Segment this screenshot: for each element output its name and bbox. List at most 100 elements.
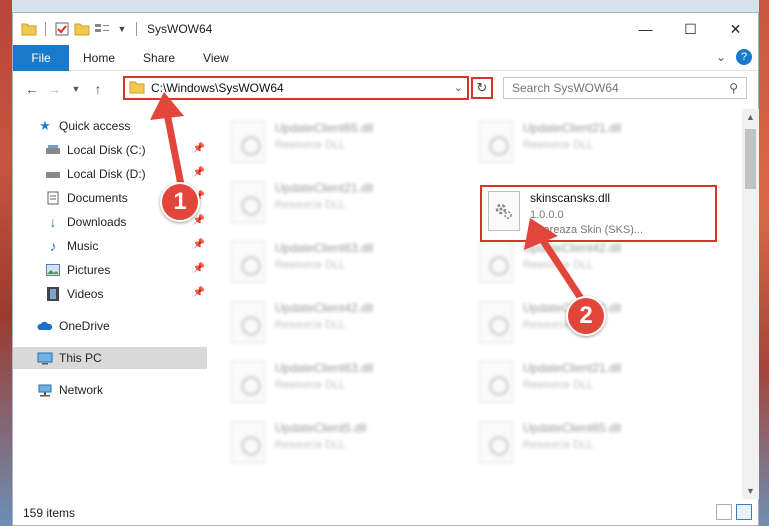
file-item[interactable]: UpdateClient63.dll Resource DLL (227, 235, 457, 291)
film-strip-icon (45, 286, 61, 302)
refresh-icon[interactable]: ↻ (471, 77, 493, 99)
file-name: UpdateClient63.dll (275, 241, 374, 255)
selected-file-name: skinscansks.dll (530, 191, 611, 205)
dll-file-icon (479, 361, 513, 403)
folder-icon[interactable] (21, 21, 37, 37)
scroll-down-icon[interactable]: ▼ (746, 486, 755, 496)
nav-local-disk-c[interactable]: Local Disk (C:) 📌 (13, 139, 207, 161)
nav-music[interactable]: ♪ Music 📌 (13, 235, 207, 257)
dll-file-icon (479, 121, 513, 163)
file-name: UpdateClient65.dll (523, 421, 622, 435)
file-description: Resource DLL (275, 379, 346, 391)
dll-file-icon (479, 301, 513, 343)
nav-item-label: Documents (67, 191, 128, 205)
pin-icon[interactable]: 📌 (193, 167, 205, 178)
selected-file-version: 1.0.0.0 (530, 209, 564, 221)
pin-icon[interactable]: 📌 (193, 287, 205, 298)
file-name: UpdateClient63.dll (275, 361, 374, 375)
ribbon-right-controls: ⌄ ? (716, 49, 752, 65)
quick-access-toolbar: ▼ (21, 21, 130, 37)
up-arrow-icon[interactable]: ↑ (87, 78, 109, 100)
nav-item-label: Downloads (67, 215, 127, 229)
vertical-scrollbar[interactable]: ▲ ▼ (742, 109, 759, 499)
nav-this-pc-label: This PC (59, 351, 102, 365)
search-input[interactable] (512, 81, 722, 95)
title-divider (136, 22, 137, 36)
nav-network[interactable]: Network (13, 379, 207, 401)
nav-pictures[interactable]: Pictures 📌 (13, 259, 207, 281)
help-icon[interactable]: ? (736, 49, 752, 65)
drive-icon (45, 142, 61, 158)
nav-item-label: Music (67, 239, 99, 253)
step-1-badge: 1 (160, 182, 200, 222)
address-dropdown-chevron-icon[interactable]: ⌄ (454, 81, 463, 94)
file-item[interactable]: UpdateClient5.dll Resource DLL (227, 415, 457, 471)
file-item[interactable]: UpdateClient42.dll Resource DLL (227, 295, 457, 351)
nav-videos[interactable]: Videos 📌 (13, 283, 207, 305)
desktop-wallpaper-left (0, 0, 12, 526)
properties-check-icon[interactable] (54, 21, 70, 37)
pin-icon[interactable]: 📌 (193, 143, 205, 154)
file-item[interactable]: UpdateClient21.dll Resource DLL (475, 355, 705, 411)
tiles-view-icon[interactable] (736, 504, 752, 520)
explorer-window: ▼ SysWOW64 — ☐ ✕ File Home Share View ⌄ … (12, 12, 759, 526)
pin-icon[interactable]: 📌 (193, 239, 205, 250)
nav-quick-access[interactable]: ★ Quick access (13, 115, 207, 137)
scroll-up-icon[interactable]: ▲ (746, 112, 755, 122)
address-bar[interactable]: C:\Windows\SysWOW64 ⌄ (123, 76, 469, 100)
close-button[interactable]: ✕ (713, 13, 758, 45)
file-item[interactable]: UpdateClient65.dll Resource DLL (227, 115, 457, 171)
dll-file-icon (231, 361, 265, 403)
recent-locations-chevron-icon[interactable]: ▼ (65, 78, 87, 100)
expand-ribbon-chevron-icon[interactable]: ⌄ (716, 50, 726, 64)
file-description: Resource DLL (275, 139, 346, 151)
file-name: UpdateClient65.dll (275, 121, 374, 135)
selected-file-highlight[interactable]: skinscansks.dll 1.0.0.0 Shareaza Skin (S… (480, 185, 717, 242)
address-row: ← → ▼ ↑ C:\Windows\SysWOW64 ⌄ ↻ ⚲ (13, 73, 758, 105)
file-item[interactable]: UpdateClient21.dll Resource DLL (475, 115, 705, 171)
details-view-icon[interactable] (716, 504, 732, 520)
file-description: Resource DLL (523, 259, 594, 271)
dll-file-icon (231, 421, 265, 463)
maximize-button[interactable]: ☐ (668, 13, 713, 45)
status-bar: 159 items (13, 499, 758, 526)
back-arrow-icon[interactable]: ← (21, 78, 43, 100)
file-item[interactable]: UpdateClient21.dll Resource DLL (227, 175, 457, 231)
file-name: UpdateClient42.dll (275, 301, 374, 315)
view-options-icon[interactable] (94, 21, 110, 37)
forward-arrow-icon[interactable]: → (43, 78, 65, 100)
new-folder-icon[interactable] (74, 21, 90, 37)
tab-share[interactable]: Share (129, 45, 189, 71)
file-description: Resource DLL (523, 379, 594, 391)
nav-this-pc[interactable]: This PC (13, 347, 207, 369)
view-mode-buttons (716, 504, 752, 520)
computer-icon (37, 350, 53, 366)
address-path[interactable]: C:\Windows\SysWOW64 (151, 81, 284, 95)
tab-file[interactable]: File (13, 44, 69, 71)
file-item[interactable]: UpdateClient65.dll Resource DLL (475, 415, 705, 471)
pictures-icon (45, 262, 61, 278)
toolbar-divider (45, 22, 46, 36)
window-title: SysWOW64 (147, 22, 213, 36)
pin-icon[interactable]: 📌 (193, 215, 205, 226)
nav-item-label: Pictures (67, 263, 111, 277)
tab-view[interactable]: View (189, 45, 243, 71)
file-item[interactable]: UpdateClient63.dll Resource DLL (227, 355, 457, 411)
pin-icon[interactable]: 📌 (193, 263, 205, 274)
network-icon (37, 382, 53, 398)
file-item[interactable]: UpdateClient42.dll Resource DLL (475, 235, 705, 291)
address-folder-icon (129, 80, 145, 97)
navigation-pane: ★ Quick access Local Disk (C:) 📌 Local D… (13, 109, 207, 499)
selected-file-item[interactable]: skinscansks.dll 1.0.0.0 Shareaza Skin (S… (488, 191, 643, 236)
tab-home[interactable]: Home (69, 45, 129, 71)
customize-toolbar-chevron-icon[interactable]: ▼ (114, 21, 130, 37)
file-content-pane: UpdateClient65.dll Resource DLL UpdateCli… (207, 109, 747, 499)
minimize-button[interactable]: — (623, 13, 668, 45)
nav-network-label: Network (59, 383, 104, 397)
search-box[interactable]: ⚲ (503, 77, 747, 99)
scrollbar-thumb[interactable] (745, 129, 756, 189)
nav-onedrive[interactable]: OneDrive (13, 315, 207, 337)
search-icon: ⚲ (729, 81, 738, 95)
dll-file-icon (231, 241, 265, 283)
dll-file-icon (231, 301, 265, 343)
